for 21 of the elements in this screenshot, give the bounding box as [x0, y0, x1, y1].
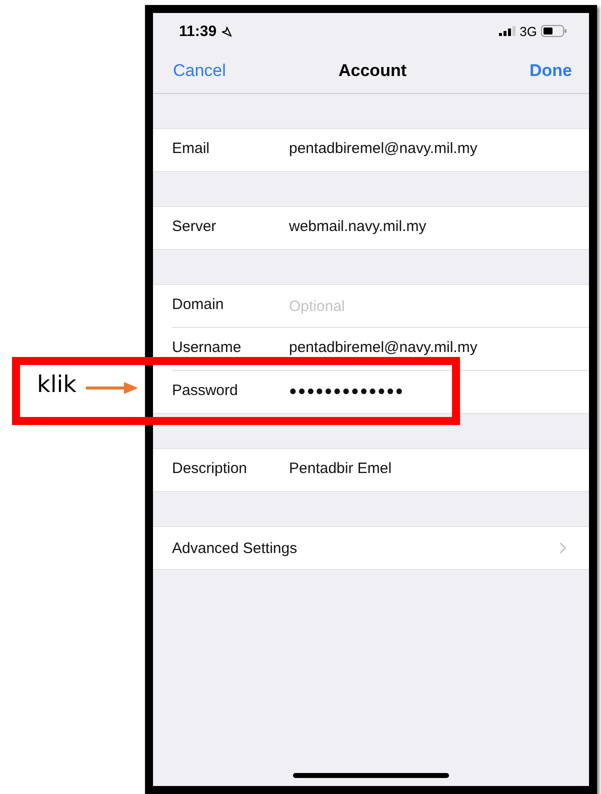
advanced-settings-row[interactable]: Advanced Settings: [153, 527, 589, 569]
field-label: Description: [172, 460, 248, 476]
battery-icon: [541, 25, 567, 37]
field-label: Email: [172, 140, 211, 156]
annotation-label: klik: [37, 372, 76, 398]
field-label: Password: [172, 382, 239, 398]
field-value[interactable]: Pentadbir Emel: [289, 460, 392, 476]
field-value[interactable]: pentadbiremel@navy.mil.my: [289, 338, 478, 356]
domain-field[interactable]: Optional: [289, 298, 489, 314]
field-label: Username: [172, 338, 242, 356]
network-label: 3G: [520, 24, 537, 38]
field-label: Server: [172, 218, 218, 234]
nav-title: Account: [338, 61, 406, 81]
arrow-icon: [86, 381, 138, 395]
field-value[interactable]: pentadbiremel@navy.mil.my: [289, 140, 478, 156]
password-dots[interactable]: ●●●●●●●●●●●●●: [289, 382, 404, 398]
status-time: 11:39: [179, 22, 217, 40]
field-value[interactable]: webmail.navy.mil.my: [289, 218, 426, 234]
location-icon: [220, 26, 232, 36]
signal-icon: [498, 26, 516, 36]
field-label: Domain: [172, 296, 225, 312]
